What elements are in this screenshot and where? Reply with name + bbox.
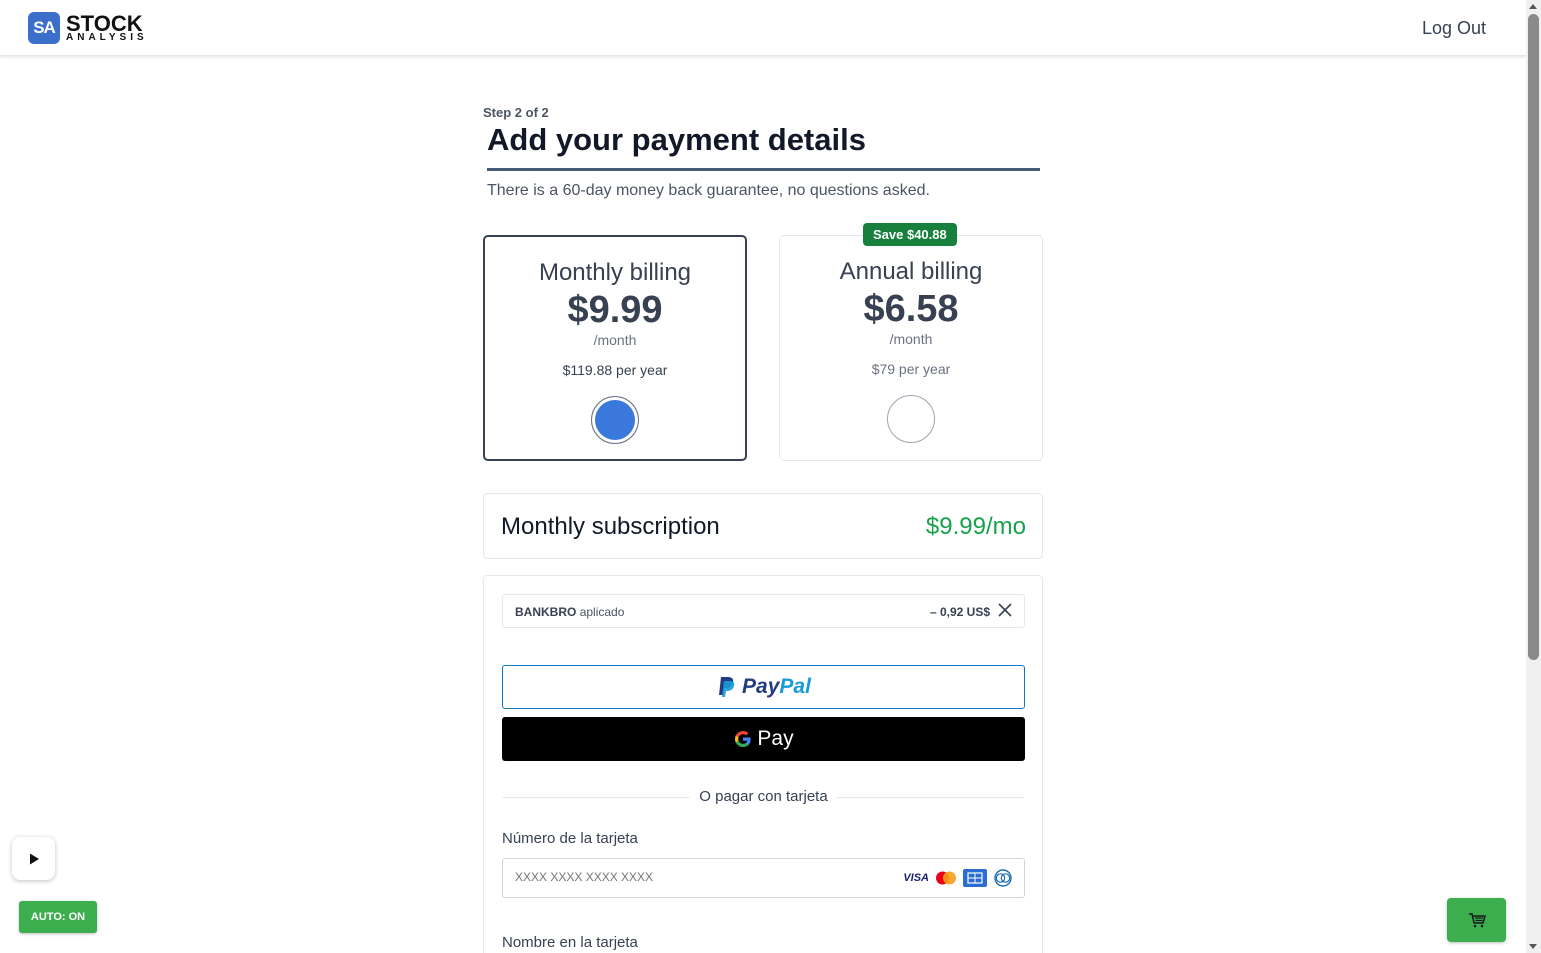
auto-toggle-button[interactable]: AUTO: ON — [19, 901, 97, 933]
top-navigation-bar: SA STOCK ANALYSIS Log Out — [0, 0, 1526, 56]
checkout-main: Step 2 of 2 Add your payment details The… — [483, 105, 1043, 953]
subscription-summary: Monthly subscription $9.99/mo — [483, 493, 1043, 559]
plan-price: $9.99 — [567, 289, 663, 331]
mastercard-icon — [936, 871, 956, 885]
plan-name: Annual billing — [839, 258, 983, 285]
cart-button[interactable] — [1447, 898, 1506, 942]
card-number-input[interactable] — [515, 870, 875, 884]
step-indicator: Step 2 of 2 — [483, 105, 549, 120]
card-brand-icons: VISA — [903, 869, 1014, 887]
scroll-up-arrow-icon[interactable] — [1529, 4, 1537, 9]
subscription-price: $9.99/mo — [925, 513, 1026, 540]
monthly-plan-radio[interactable] — [591, 396, 639, 444]
paypal-logo-icon — [719, 677, 735, 697]
logo-wordmark: STOCK ANALYSIS — [66, 13, 148, 43]
money-back-guarantee-text: There is a 60-day money back guarantee, … — [487, 182, 930, 199]
visa-icon: VISA — [903, 872, 929, 884]
diners-club-icon — [994, 869, 1012, 887]
shopping-cart-icon — [1468, 913, 1486, 928]
divider-text: O pagar con tarjeta — [691, 788, 836, 805]
plan-period: /month — [889, 331, 933, 347]
card-name-label: Nombre en la tarjeta — [502, 934, 638, 951]
coupon-code: BANKBRO — [515, 605, 577, 619]
logo-badge: SA — [28, 12, 60, 44]
play-button[interactable] — [12, 837, 55, 880]
google-pay-label: Pay — [757, 727, 794, 750]
card-number-field[interactable]: VISA — [502, 858, 1025, 898]
or-pay-with-card-divider: O pagar con tarjeta — [502, 787, 1025, 807]
savings-badge: Save $40.88 — [863, 223, 957, 246]
scrollbar-thumb[interactable] — [1528, 14, 1539, 660]
subscription-label: Monthly subscription — [501, 513, 720, 540]
payment-form: BANKBRO aplicado – 0,92 US$ PayPal Pay O… — [483, 575, 1043, 953]
paypal-button[interactable]: PayPal — [502, 665, 1025, 709]
logo-sub-text: ANALYSIS — [66, 32, 148, 43]
stock-analysis-logo[interactable]: SA STOCK ANALYSIS — [28, 12, 148, 44]
amex-icon — [963, 869, 987, 887]
google-pay-button[interactable]: Pay — [502, 717, 1025, 761]
coupon-code-text: BANKBRO aplicado — [515, 605, 624, 619]
paypal-wordmark: PayPal — [742, 675, 811, 698]
plan-yearly-total: $119.88 per year — [562, 362, 668, 378]
applied-coupon: BANKBRO aplicado – 0,92 US$ — [502, 594, 1025, 628]
coupon-status: aplicado — [579, 605, 625, 619]
page-scrollbar[interactable] — [1526, 0, 1541, 953]
annual-plan-radio[interactable] — [887, 395, 935, 443]
plan-price: $6.58 — [863, 288, 959, 330]
plan-name: Monthly billing — [538, 259, 692, 286]
google-g-icon — [735, 731, 752, 747]
remove-coupon-close-icon[interactable] — [996, 601, 1014, 619]
annual-billing-card[interactable]: Annual billing $6.58 /month $79 per year — [779, 235, 1043, 461]
monthly-billing-card[interactable]: Monthly billing $9.99 /month $119.88 per… — [483, 235, 747, 461]
plan-yearly-total: $79 per year — [871, 361, 951, 377]
card-number-label: Número de la tarjeta — [502, 830, 638, 847]
divider-text-wrap: O pagar con tarjeta — [502, 788, 1025, 805]
page-title: Add your payment details — [487, 122, 1040, 171]
scroll-down-arrow-icon[interactable] — [1529, 944, 1537, 949]
billing-plan-options: Monthly billing $9.99 /month $119.88 per… — [483, 223, 1043, 461]
plan-period: /month — [593, 332, 637, 348]
logout-link[interactable]: Log Out — [1422, 18, 1486, 39]
play-icon — [29, 853, 39, 864]
coupon-discount-amount: – 0,92 US$ — [929, 605, 990, 619]
